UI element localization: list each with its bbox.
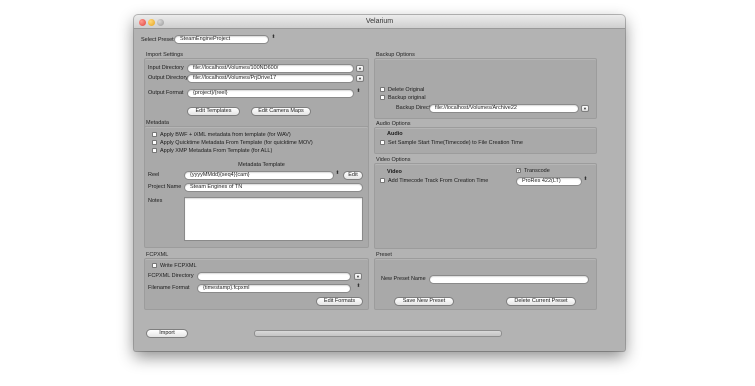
- delete-original-label: Delete Original: [388, 87, 425, 93]
- sample-start-checkbox[interactable]: [380, 140, 385, 145]
- backup-original-label: Backup original: [388, 95, 426, 101]
- backup-directory-field[interactable]: file://localhost/Volumes/Archive22: [429, 104, 579, 113]
- updown-arrows-icon[interactable]: ⬍: [271, 35, 276, 44]
- apply-xmp-checkbox[interactable]: [152, 148, 157, 153]
- edit-reel-button[interactable]: Edit: [343, 171, 363, 180]
- video-options-panel: [374, 163, 597, 249]
- reel-field[interactable]: {yyyyMMdd}{seq4}{cam}: [184, 171, 334, 180]
- new-preset-name-label: New Preset Name: [381, 276, 426, 282]
- backup-original-checkbox[interactable]: [380, 95, 385, 100]
- import-button[interactable]: Import: [146, 329, 188, 338]
- edit-camera-maps-button[interactable]: Edit Camera Maps: [251, 107, 311, 116]
- edit-formats-button[interactable]: Edit Formats: [316, 297, 363, 306]
- output-format-label: Output Format: [148, 90, 184, 96]
- project-name-field[interactable]: Steam Engines of TN: [184, 183, 363, 192]
- new-preset-name-field[interactable]: [429, 275, 589, 284]
- apply-xmp-label: Apply XMP Metadata From Template (for AL…: [160, 148, 273, 154]
- window-title: Velarium: [365, 18, 394, 25]
- write-fcpxml-checkbox[interactable]: [152, 263, 157, 268]
- import-progress-bar: [254, 330, 502, 337]
- fcpxml-directory-dropdown[interactable]: ▼: [354, 273, 362, 280]
- input-directory-dropdown[interactable]: ▼: [356, 65, 364, 72]
- output-format-field[interactable]: {project}/{reel}: [187, 89, 354, 98]
- notes-label: Notes: [148, 198, 163, 204]
- delete-current-preset-button[interactable]: Delete Current Preset: [506, 297, 576, 306]
- transcode-checkbox[interactable]: ✓: [516, 168, 521, 174]
- fcpxml-directory-field[interactable]: [197, 272, 351, 281]
- backup-directory-dropdown[interactable]: ▼: [581, 105, 589, 112]
- audio-heading: Audio: [387, 131, 403, 137]
- add-timecode-checkbox[interactable]: [380, 178, 385, 183]
- notes-textarea[interactable]: [184, 197, 363, 241]
- apply-bwf-label: Apply BWF + iXML metadata from template …: [160, 132, 291, 138]
- edit-templates-button[interactable]: Edit Templates: [187, 107, 240, 116]
- app-window: Velarium Select Preset SteamEngineProjec…: [134, 15, 625, 351]
- delete-original-checkbox[interactable]: [380, 87, 385, 92]
- project-name-label: Project Name: [148, 184, 182, 190]
- save-new-preset-button[interactable]: Save New Preset: [394, 297, 454, 306]
- preset-select[interactable]: SteamEngineProject: [174, 35, 269, 44]
- output-directory-dropdown[interactable]: ▼: [356, 75, 364, 82]
- apply-quicktime-label: Apply Quicktime Metadata From Template (…: [160, 140, 313, 146]
- sample-start-label: Set Sample Start Time(Timecode) to File …: [388, 140, 523, 146]
- fcpxml-directory-label: FCPXML Directory: [148, 273, 194, 279]
- transcode-label: Transcode: [524, 168, 550, 174]
- output-directory-field[interactable]: file://localhost/Volumes/PrjDrive17: [187, 74, 354, 83]
- video-heading: Video: [387, 169, 402, 175]
- add-timecode-label: Add Timecode Track From Creation Time: [388, 178, 489, 184]
- codec-select[interactable]: ProRes 422(LT): [516, 177, 582, 186]
- metadata-template-title: Metadata Template: [238, 162, 285, 168]
- updown-arrows-icon[interactable]: ⬍: [335, 171, 340, 180]
- output-directory-label: Output Directory: [148, 75, 189, 81]
- updown-arrows-icon[interactable]: ⬍: [356, 284, 361, 293]
- select-preset-label: Select Preset: [141, 37, 174, 43]
- reel-label: Reel: [148, 172, 160, 178]
- input-directory-field[interactable]: file://localhost/Volumes/100ND600/: [187, 64, 354, 73]
- write-fcpxml-label: Write FCPXML: [160, 263, 197, 269]
- updown-arrows-icon[interactable]: ⬍: [356, 89, 361, 98]
- filename-format-field[interactable]: {timestamp}.fcpxml: [197, 284, 351, 293]
- filename-format-label: Filename Format: [148, 285, 190, 291]
- updown-arrows-icon[interactable]: ⬍: [583, 177, 588, 186]
- apply-bwf-checkbox[interactable]: [152, 132, 157, 137]
- input-directory-label: Input Directory: [148, 65, 184, 71]
- apply-quicktime-checkbox[interactable]: [152, 140, 157, 145]
